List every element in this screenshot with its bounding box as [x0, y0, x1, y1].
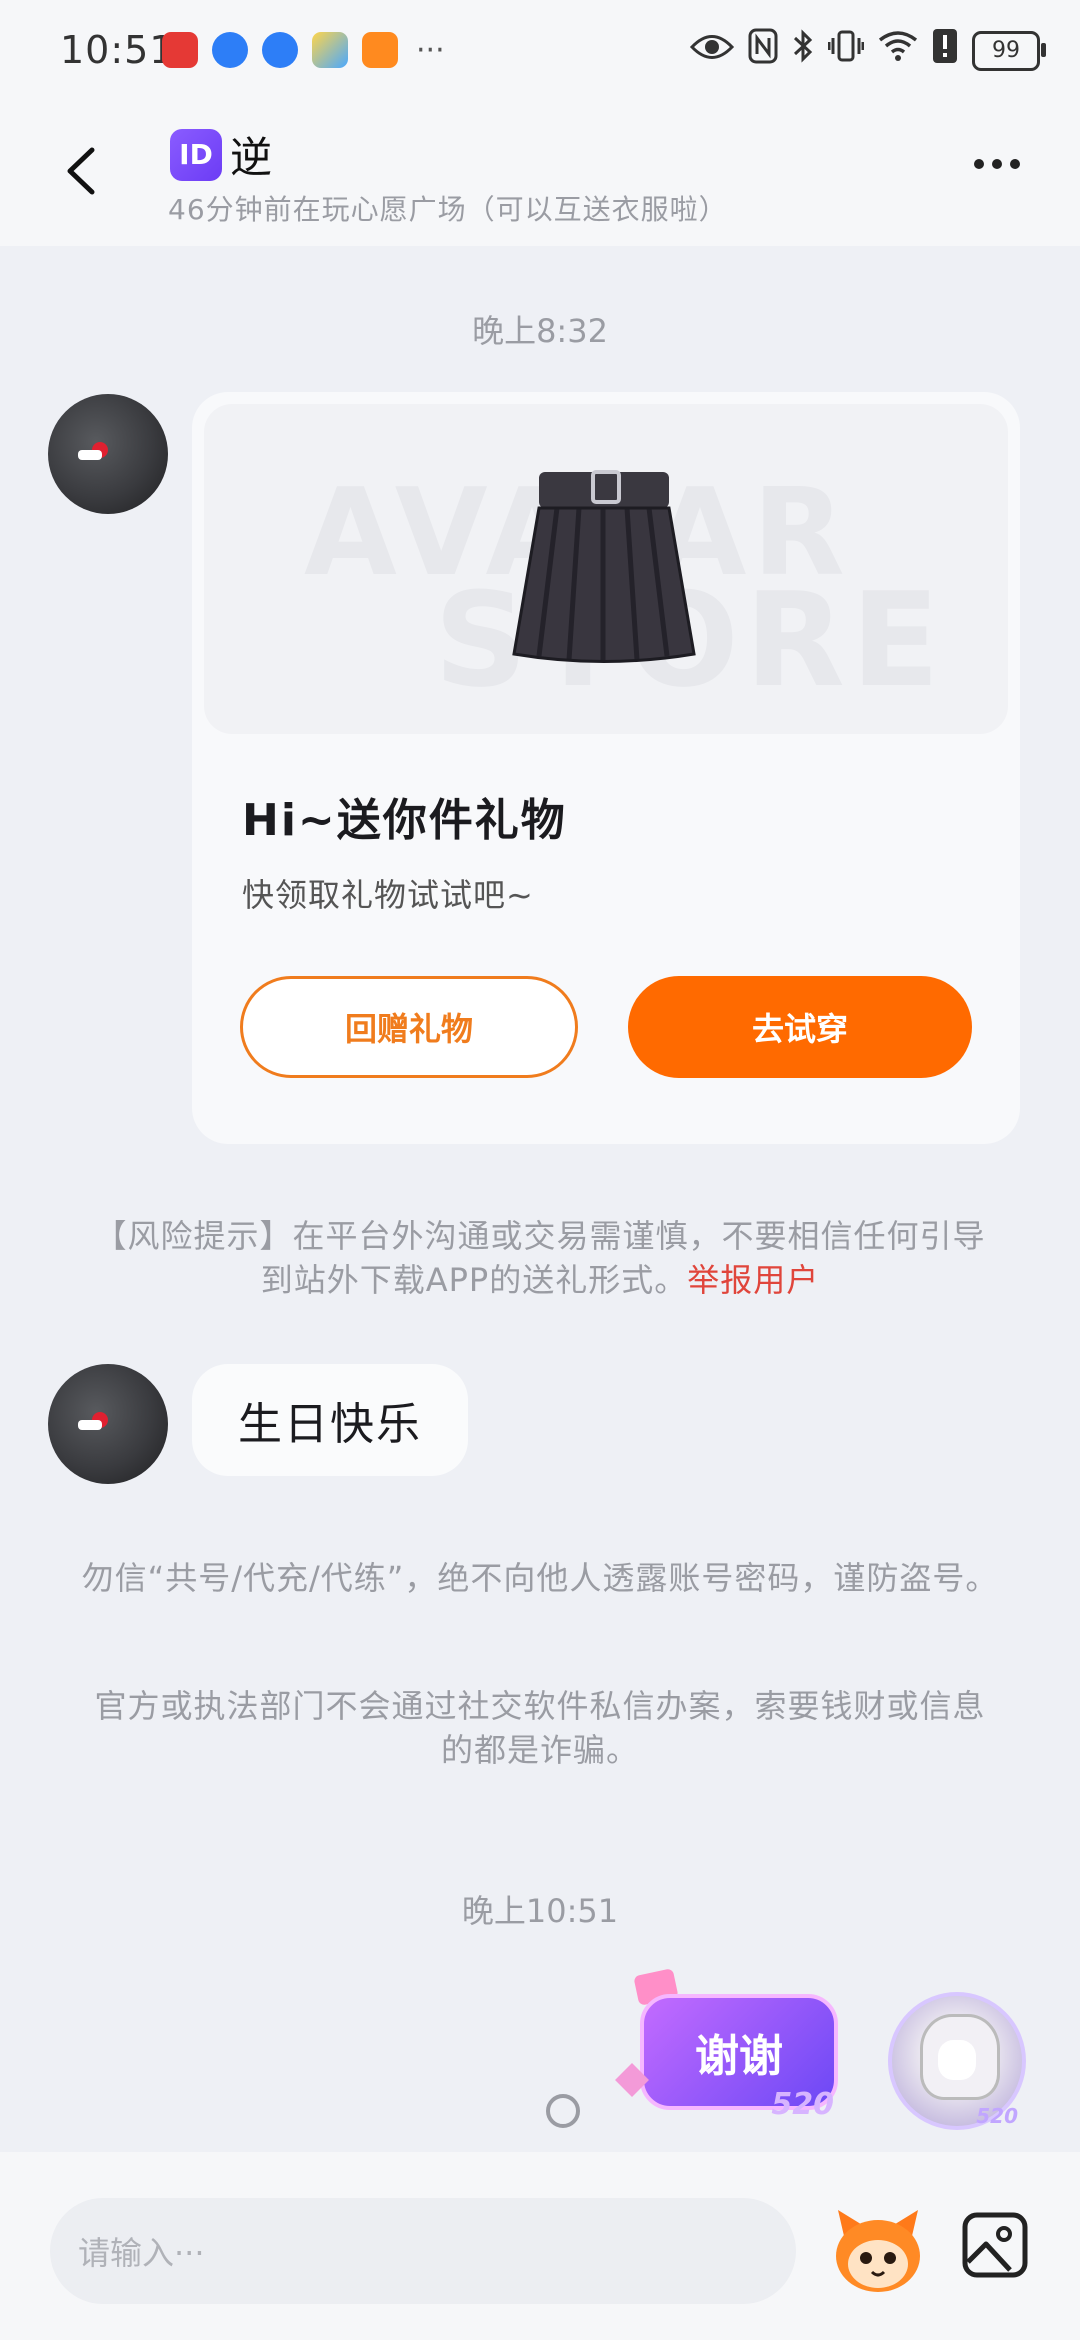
- chat-header: ID 逆 46分钟前在玩心愿广场（可以互送衣服啦）: [0, 96, 1080, 246]
- id-badge: ID: [170, 128, 222, 181]
- risk-notice: 【风险提示】在平台外沟通或交易需谨慎，不要相信任何引导到站外下载APP的送礼形式…: [90, 1214, 990, 1302]
- try-on-button[interactable]: 去试穿: [628, 976, 972, 1078]
- mascot-icon: [836, 2210, 920, 2292]
- return-gift-button[interactable]: 回赠礼物: [240, 976, 578, 1078]
- sender-avatar[interactable]: [48, 394, 168, 514]
- report-user-link[interactable]: 举报用户: [687, 1261, 819, 1299]
- alert-icon: [932, 28, 958, 73]
- mascot-button[interactable]: [830, 2206, 926, 2296]
- nfc-icon: [748, 28, 778, 73]
- gift-description: 快领取礼物试试吧~: [242, 876, 534, 914]
- status-app-icons: ···: [162, 32, 445, 68]
- chat-title: 逆: [230, 133, 273, 182]
- loading-indicator-icon: [546, 2094, 580, 2128]
- image-icon: [962, 2212, 1028, 2278]
- more-options-button[interactable]: [970, 154, 1040, 190]
- text-message[interactable]: 生日快乐: [192, 1364, 468, 1476]
- bluetooth-icon: [792, 28, 814, 73]
- image-button[interactable]: [960, 2210, 1030, 2280]
- gift-title: Hi~送你件礼物: [242, 795, 567, 846]
- skirt-image: [512, 470, 696, 663]
- browser-app-icon: [212, 32, 248, 68]
- avatar-badge: 520: [976, 2104, 1018, 2128]
- eye-icon: [689, 31, 735, 71]
- fraud-tip: 官方或执法部门不会通过社交软件私信办案，索要钱财或信息的都是诈骗。: [94, 1687, 986, 1769]
- timestamp: 晚上10:51: [461, 1892, 619, 1930]
- vibrate-icon: [827, 28, 865, 73]
- back-arrow-icon: [67, 147, 95, 195]
- sender-avatar[interactable]: [48, 1364, 168, 1484]
- back-button[interactable]: [48, 136, 118, 206]
- wifi-icon: [878, 30, 918, 71]
- input-bar: 请输入···: [0, 2152, 1080, 2340]
- thanks-sticker[interactable]: 谢谢 520: [615, 1968, 840, 2122]
- security-tip: 勿信“共号/代充/代练”，绝不向他人透露账号密码，谨防盗号。: [81, 1559, 999, 1597]
- status-system-icons: 99: [689, 28, 1046, 73]
- my-avatar[interactable]: 520: [888, 1992, 1026, 2130]
- video-app-icon: [362, 32, 398, 68]
- sticker-badge: 520: [771, 2087, 834, 2122]
- timestamp: 晚上8:32: [472, 312, 608, 350]
- weather-app-icon: [312, 32, 348, 68]
- risk-notice-text: 【风险提示】在平台外沟通或交易需谨慎，不要相信任何引导到站外下载APP的送礼形式…: [94, 1217, 986, 1299]
- huawei-app-icon: [162, 32, 198, 68]
- gift-image[interactable]: AVATAR STORE: [204, 404, 1008, 734]
- status-bar: 10:51 ··· 99: [0, 0, 1080, 96]
- browser-app-icon-2: [262, 32, 298, 68]
- chat-subtitle: 46分钟前在玩心愿广场（可以互送衣服啦）: [168, 193, 728, 226]
- battery-icon: 99: [972, 30, 1046, 71]
- gift-card[interactable]: AVATAR STORE Hi~送你件礼物 快领取礼物试试吧~ 回赠礼物 去试穿: [192, 392, 1020, 1144]
- chat-title-row[interactable]: ID 逆: [170, 124, 272, 185]
- status-time: 10:51: [60, 28, 175, 72]
- status-more-icon: ···: [416, 32, 445, 68]
- more-dots-icon: [974, 159, 984, 169]
- message-input[interactable]: 请输入···: [50, 2198, 796, 2304]
